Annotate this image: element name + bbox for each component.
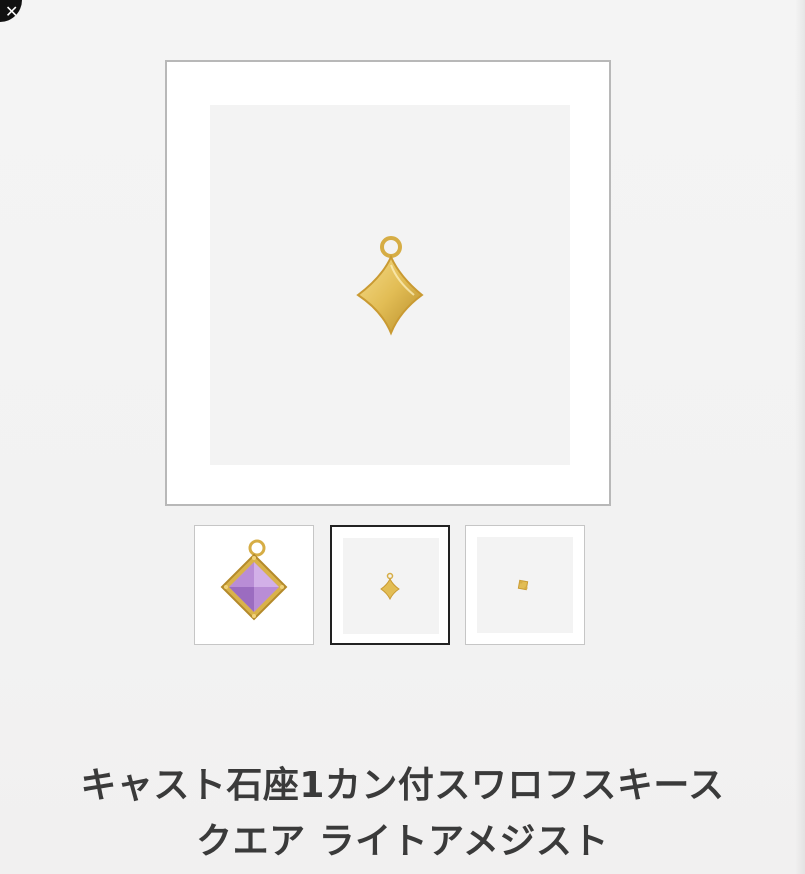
main-product-image: [210, 105, 570, 465]
thumbnail-3-image: [477, 537, 573, 633]
gold-charm-tiny-icon: [517, 579, 529, 591]
product-title-line-2: クエア ライトアメジスト: [196, 821, 609, 862]
product-gallery-page: ✕ キャスト石座1カン付スワロフスキース クエア ライトアメジスト: [0, 0, 805, 874]
product-title-line-1: キャスト石座1カン付スワロフスキース: [80, 765, 725, 806]
thumbnail-1-image: [206, 537, 302, 633]
thumbnail-1[interactable]: [194, 525, 314, 645]
thumbnail-2-image: [343, 538, 439, 634]
gold-diamond-charm-icon: [356, 236, 424, 336]
scrollbar-shadow: [795, 0, 805, 874]
thumbnail-3[interactable]: [465, 525, 585, 645]
main-image-frame: [165, 60, 611, 506]
close-button[interactable]: ✕: [0, 0, 22, 22]
gold-diamond-charm-small-icon: [380, 572, 400, 601]
close-icon[interactable]: ✕: [5, 4, 18, 20]
amethyst-square-charm-icon: [220, 539, 288, 621]
thumbnail-2[interactable]: [330, 525, 450, 645]
thumbnail-strip: [194, 525, 586, 645]
product-title: キャスト石座1カン付スワロフスキース クエア ライトアメジスト: [20, 758, 785, 870]
